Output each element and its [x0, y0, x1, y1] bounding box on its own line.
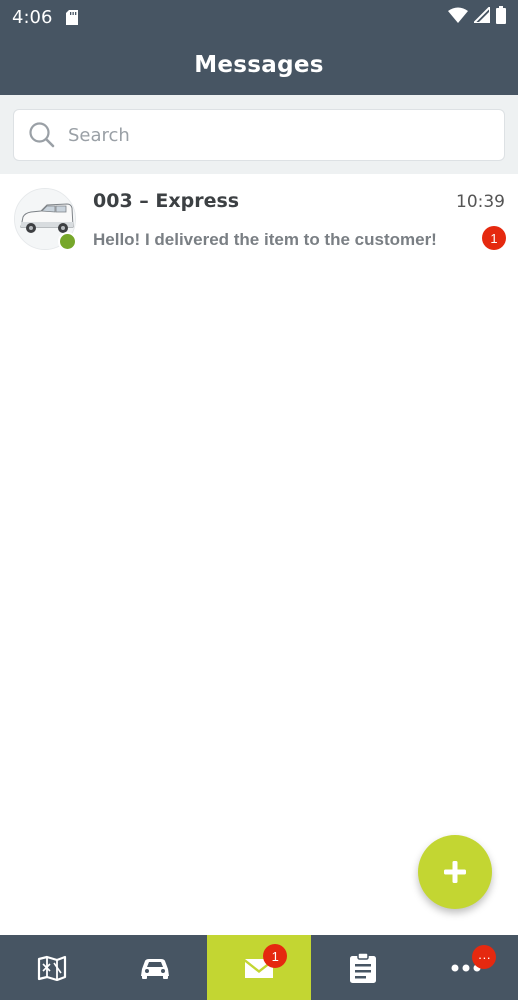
- conversation-item[interactable]: 003 – Express 10:39 Hello! I delivered t…: [0, 174, 518, 264]
- status-time: 4:06: [12, 6, 53, 28]
- unread-badge: 1: [482, 226, 506, 250]
- nav-more[interactable]: ···: [414, 935, 518, 1000]
- nav-map[interactable]: [0, 935, 104, 1000]
- more-badge: ···: [472, 945, 497, 969]
- online-status-dot: [58, 232, 77, 251]
- new-message-button[interactable]: [418, 835, 492, 909]
- messages-badge: 1: [263, 944, 288, 968]
- car-icon: [141, 958, 170, 979]
- conversation-time: 10:39: [456, 192, 505, 212]
- conversation-preview: Hello! I delivered the item to the custo…: [93, 230, 437, 249]
- bottom-nav: 1 ···: [0, 935, 518, 1000]
- sd-card-icon: [66, 9, 79, 25]
- wifi-icon: [448, 7, 468, 28]
- search-box[interactable]: [13, 109, 505, 161]
- signal-icon: [471, 4, 491, 28]
- search-input[interactable]: [68, 124, 468, 146]
- map-icon: [37, 955, 66, 981]
- conversation-name: 003 – Express: [93, 190, 240, 212]
- status-bar: 4:06: [0, 0, 518, 34]
- nav-messages[interactable]: 1: [207, 935, 311, 1000]
- app-bar: Messages: [0, 34, 518, 95]
- clipboard-icon: [349, 951, 376, 983]
- search-area: [0, 95, 518, 174]
- nav-tasks[interactable]: [311, 935, 415, 1000]
- page-title: Messages: [194, 51, 324, 78]
- battery-icon: [496, 5, 506, 29]
- nav-vehicles[interactable]: [104, 935, 208, 1000]
- search-icon: [28, 121, 56, 149]
- plus-icon: [444, 861, 466, 883]
